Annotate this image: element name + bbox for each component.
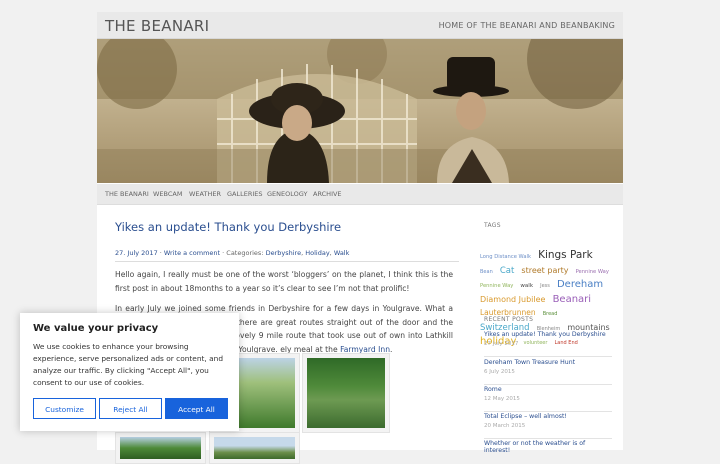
header-photo-couple (97, 39, 623, 183)
site-description: HOME OF THE BEANARI AND BEANBAKING (438, 21, 615, 30)
nav-item-weather[interactable]: WEATHER (189, 190, 221, 198)
gallery-photo (307, 358, 385, 428)
recent-post-title[interactable]: Yikes an update! Thank you Derbyshire (484, 331, 612, 338)
recent-post-title[interactable]: Total Eclipse – well almost! (484, 413, 612, 420)
recent-post-item[interactable]: Whether or not the weather is of interes… (484, 440, 612, 454)
recent-post-item[interactable]: Rome 12 May 2015 (484, 386, 612, 412)
nav-item-archive[interactable]: ARCHIVE (313, 190, 342, 198)
main-navigation: THE BEANARI WEBCAM WEATHER GALLERIES GEN… (97, 184, 623, 205)
recent-post-item[interactable]: Yikes an update! Thank you Derbyshire 27… (484, 331, 612, 357)
gallery-thumbnail[interactable] (209, 432, 300, 464)
nav-item-geneology[interactable]: GENEOLOGY (267, 190, 307, 198)
header-image (97, 39, 623, 183)
gallery-thumbnail[interactable] (302, 353, 390, 433)
post-date[interactable]: 27. July 2017 (115, 249, 158, 257)
recent-post-date: 20 March 2015 (484, 423, 526, 429)
cookie-text: We use cookies to enhance your browsing … (33, 342, 224, 387)
tag-link[interactable]: Kings Park (538, 249, 593, 261)
recent-post-date: 27 July 2017 (484, 341, 519, 347)
category-link-walk[interactable]: Walk (334, 249, 350, 257)
nav-item-galleries[interactable]: GALLERIES (227, 190, 263, 198)
gallery-thumbnail[interactable] (115, 432, 206, 464)
tag-link[interactable]: street party (521, 266, 568, 275)
category-link-holiday[interactable]: Holiday (305, 249, 329, 257)
cookie-title: We value your privacy (33, 323, 159, 334)
tag-link[interactable]: Beanari (553, 294, 592, 305)
recent-post-title[interactable]: Rome (484, 386, 612, 393)
tag-link[interactable]: Dereham (557, 279, 603, 290)
tag-link[interactable]: Cat (500, 266, 514, 276)
recent-post-item[interactable]: Total Eclipse – well almost! 20 March 20… (484, 413, 612, 439)
recent-post-item[interactable]: Dereham Town Treasure Hunt 6 July 2015 (484, 359, 612, 385)
accept-all-button[interactable]: Accept All (165, 398, 228, 419)
nav-item-the-beanari[interactable]: THE BEANARI (105, 190, 149, 198)
tag-link[interactable]: walk (520, 283, 533, 289)
recent-post-date: 6 July 2015 (484, 369, 515, 375)
masthead: THE BEANARI HOME OF THE BEANARI AND BEAN… (97, 12, 623, 39)
recent-post-title[interactable]: Whether or not the weather is of interes… (484, 440, 612, 454)
reject-all-button[interactable]: Reject All (99, 398, 162, 419)
tag-link[interactable]: Bean (480, 269, 493, 275)
write-comment-link[interactable]: Write a comment (164, 249, 220, 257)
post-meta: 27. July 2017 · Write a comment · Catego… (115, 249, 459, 262)
tag-link[interactable]: Pennine Way (480, 283, 513, 289)
recent-posts-heading: RECENT POSTS (484, 316, 534, 323)
gallery-photo (214, 437, 295, 459)
tag-link[interactable]: Diamond Jubilee (480, 295, 545, 304)
gallery-photo (120, 437, 201, 459)
recent-post-title[interactable]: Dereham Town Treasure Hunt (484, 359, 612, 366)
cookie-consent-banner: We value your privacy We use cookies to … (20, 313, 239, 431)
recent-post-date: 12 May 2015 (484, 396, 520, 402)
site-title[interactable]: THE BEANARI (105, 17, 209, 35)
post-paragraph-text: . (390, 344, 393, 354)
tag-link[interactable]: Pennine Way (576, 269, 609, 275)
categories-label: Categories: (226, 249, 264, 257)
tag-link[interactable]: Long Distance Walk (480, 254, 531, 260)
nav-item-webcam[interactable]: WEBCAM (153, 190, 182, 198)
tag-link[interactable]: Jess (540, 283, 550, 289)
post-paragraph: Hello again, I really must be one of the… (115, 270, 453, 293)
category-link-derbyshire[interactable]: Derbyshire (266, 249, 302, 257)
post-title[interactable]: Yikes an update! Thank you Derbyshire (115, 220, 341, 234)
tag-link[interactable]: Bread (543, 311, 558, 317)
tags-heading: TAGS (484, 222, 501, 229)
customize-button[interactable]: Customize (33, 398, 96, 419)
